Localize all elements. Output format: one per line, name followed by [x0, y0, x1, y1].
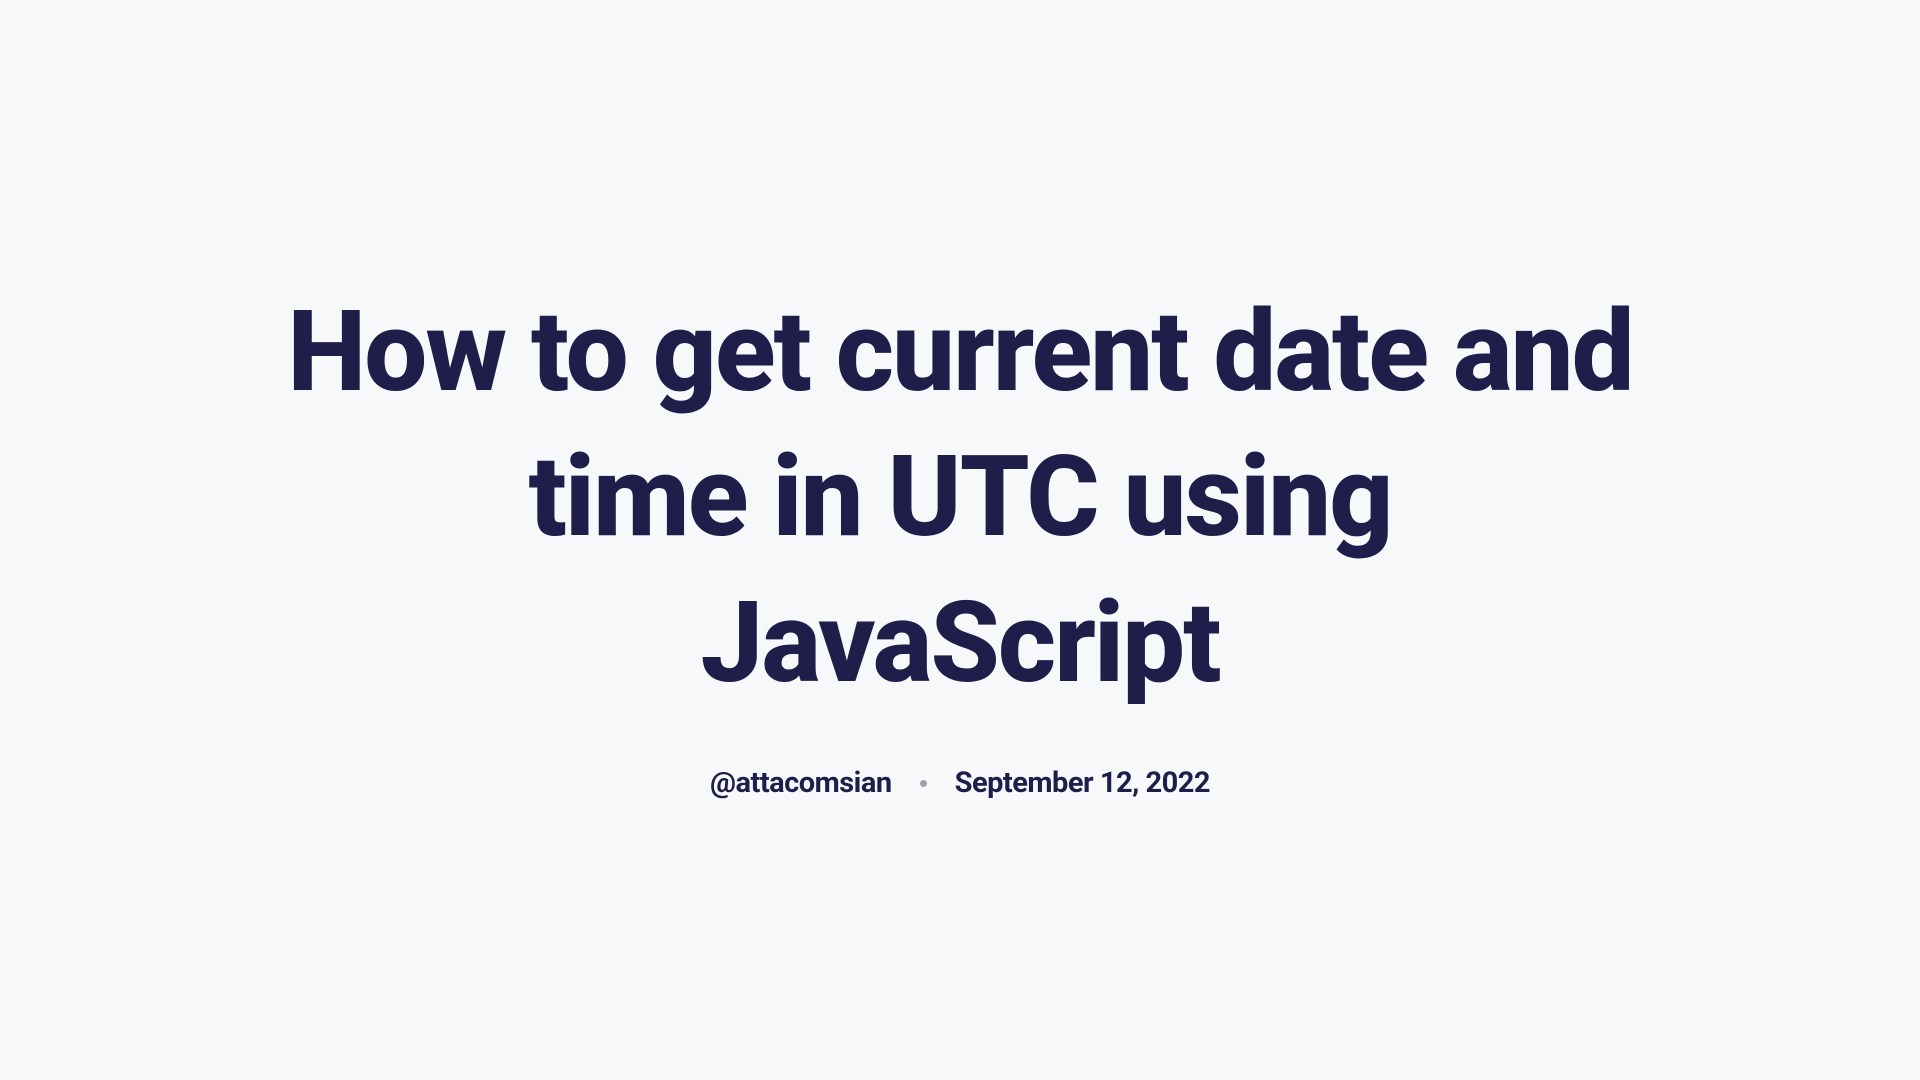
article-meta: @attacomsian September 12, 2022	[260, 766, 1660, 800]
author-handle[interactable]: @attacomsian	[710, 766, 892, 800]
publish-date: September 12, 2022	[955, 766, 1210, 800]
article-header: How to get current date and time in UTC …	[260, 280, 1660, 801]
dot-separator-icon	[920, 780, 927, 787]
article-title: How to get current date and time in UTC …	[260, 280, 1660, 717]
